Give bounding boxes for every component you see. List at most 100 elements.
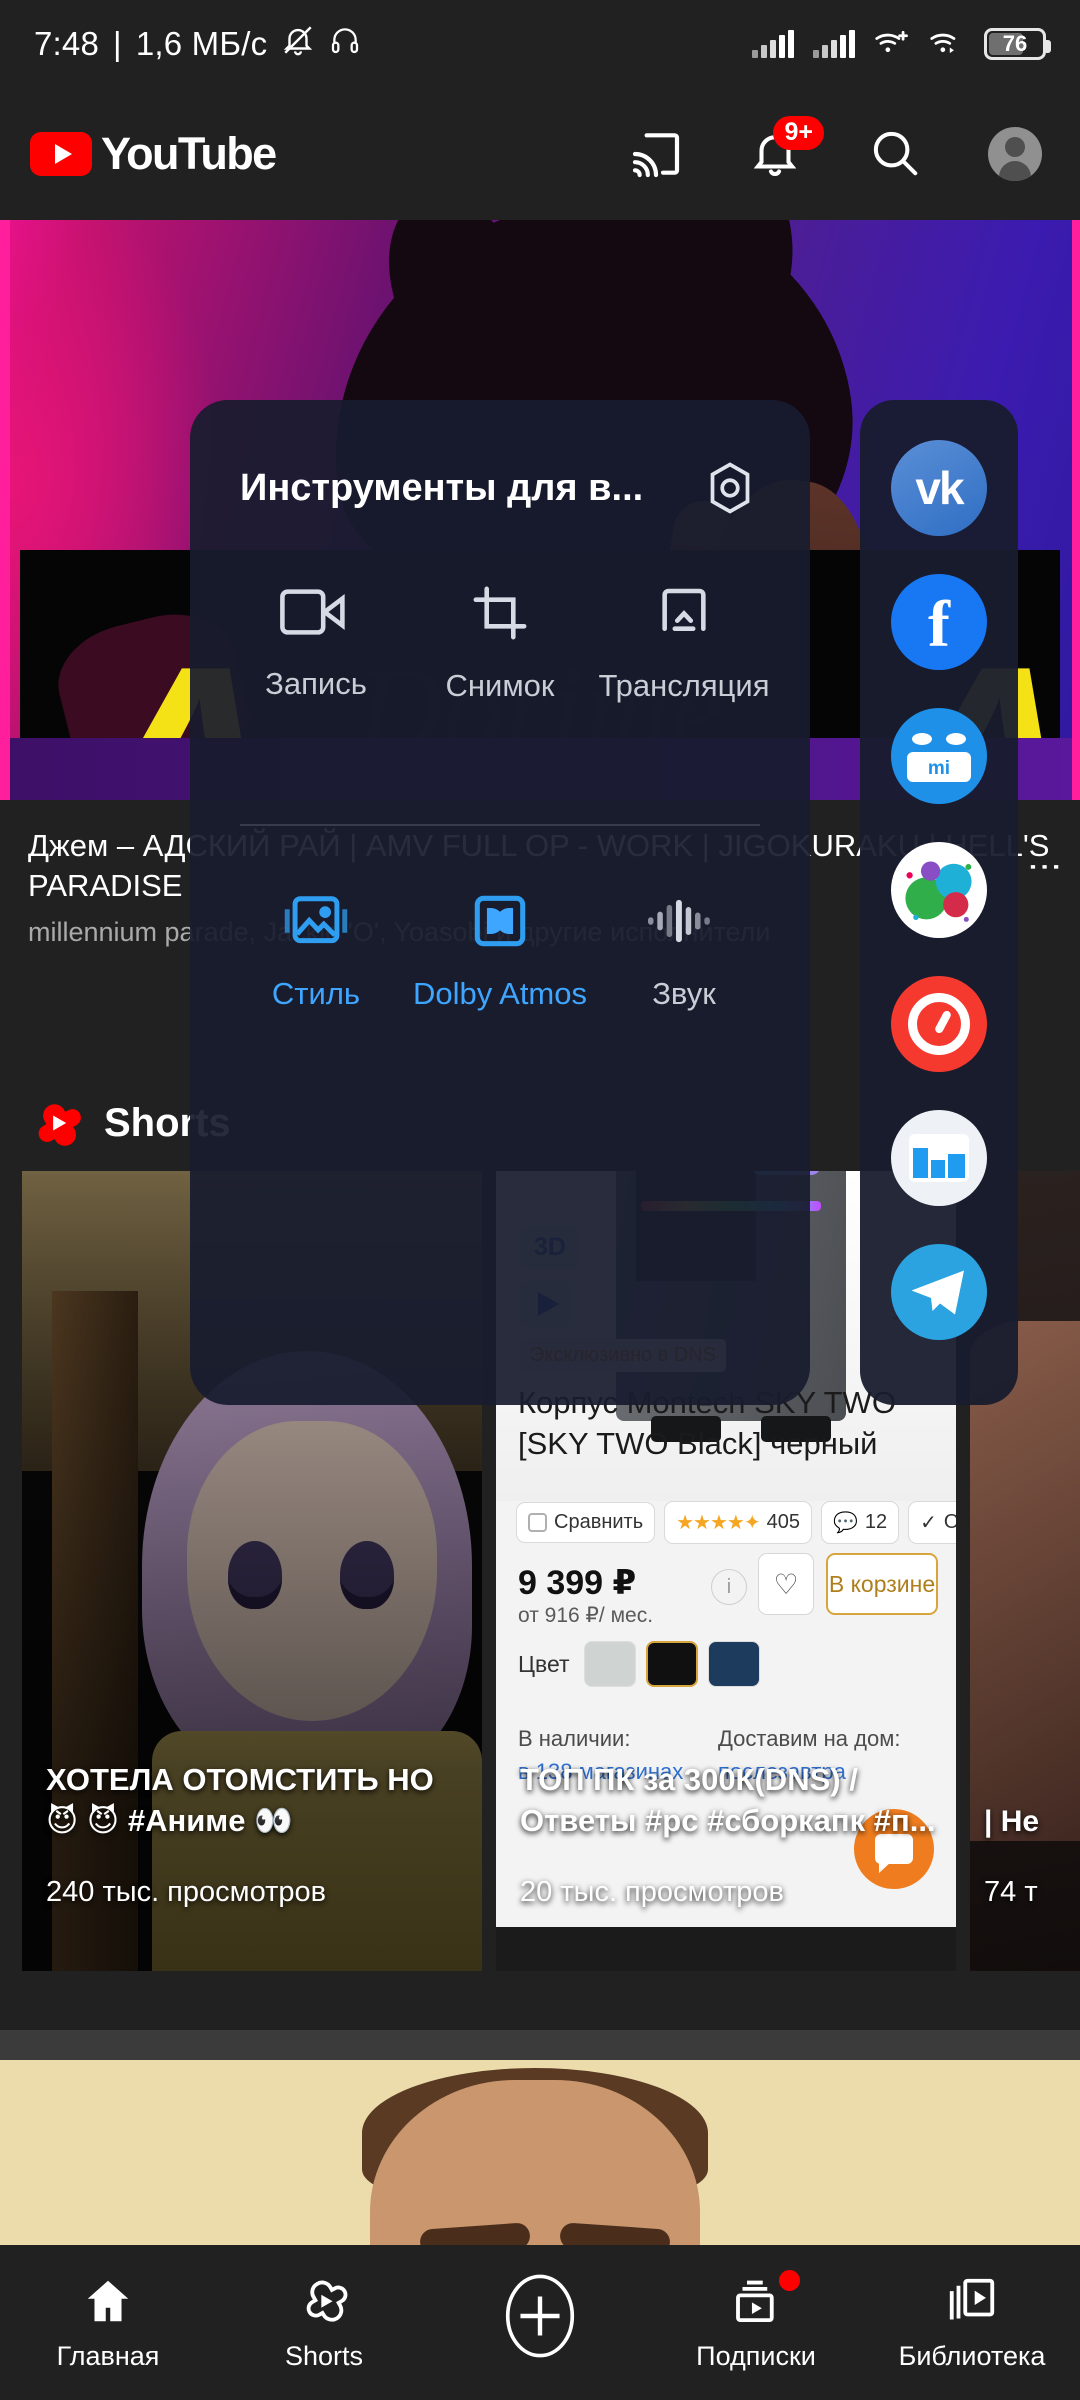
tool-style-label: Стиль: [271, 976, 361, 1011]
stars-icon: ★★★★✦: [676, 1512, 760, 1534]
shorts-card-text: ТОП ПК за 300К(DNS) / Ответы #рс #сборка…: [520, 1762, 936, 1838]
rating-chip[interactable]: ★★★★✦ 405: [664, 1501, 812, 1544]
tool-dolby-atmos[interactable]: Dolby Atmos: [408, 892, 592, 1012]
nav-label-library: Библиотека: [898, 2340, 1046, 2371]
shorts-logo-icon: [28, 1094, 86, 1152]
quality-chip[interactable]: ✓ Отлична: [908, 1501, 956, 1544]
search-icon[interactable]: [868, 126, 924, 182]
tool-record-label: Запись: [265, 666, 367, 701]
tool-dolby-label: Dolby Atmos: [412, 976, 587, 1011]
thumb-edge-left: [0, 220, 10, 800]
video-tools-panel[interactable]: Инструменты для в... Запись Снимок Транс…: [190, 400, 810, 1405]
image-style-icon: [284, 896, 348, 944]
cast-screen-icon: [662, 588, 706, 632]
nav-item-shorts[interactable]: Shorts: [216, 2274, 432, 2372]
color-swatch-white[interactable]: [584, 1641, 636, 1687]
color-swatch-black[interactable]: [646, 1641, 698, 1687]
status-bar-right: 76: [752, 27, 1051, 62]
status-bar: 7:48 | 1,6 МБ/с 76: [0, 0, 1080, 88]
shield-check-icon: ✓: [920, 1512, 937, 1534]
bell-muted-icon: [281, 23, 315, 65]
gear-hexagon-icon[interactable]: [700, 458, 760, 518]
nav-item-subscriptions[interactable]: Подписки: [648, 2269, 864, 2372]
color-label: Цвет: [518, 1651, 570, 1677]
tools-row-primary: Запись Снимок Трансляция: [190, 518, 810, 704]
home-icon: [87, 2280, 129, 2321]
product-installment: от 916 ₽/ мес.: [518, 1604, 654, 1627]
account-avatar[interactable]: [988, 127, 1042, 181]
library-icon: [949, 2278, 995, 2319]
product-chip-row: Сравнить ★★★★✦ 405 💬 12 ✓ Отлична: [516, 1501, 956, 1544]
favorite-icon[interactable]: ♡: [758, 1553, 814, 1615]
shorts-card-views: 74 т: [984, 1876, 1038, 1908]
sound-wave-icon: [648, 899, 710, 943]
compare-checkbox[interactable]: [528, 1513, 547, 1532]
tool-broadcast-label: Трансляция: [598, 668, 770, 703]
comments-count: 12: [864, 1511, 888, 1533]
tool-broadcast[interactable]: Трансляция: [592, 584, 776, 704]
tool-screenshot-label: Снимок: [445, 668, 555, 703]
wifi-plus-icon: [874, 27, 910, 62]
add-to-cart-button[interactable]: В корзине: [826, 1553, 938, 1615]
header-actions: 9+: [628, 116, 1050, 182]
color-swatch-blue[interactable]: [708, 1641, 760, 1687]
comments-chip[interactable]: 💬 12: [820, 1501, 900, 1544]
nav-item-create[interactable]: [432, 2272, 648, 2373]
shorts-card-text: | Не: [984, 1805, 1040, 1838]
vk-app-icon[interactable]: vk: [891, 440, 987, 536]
notifications-badge: 9+: [773, 116, 824, 150]
tool-screenshot[interactable]: Снимок: [408, 584, 592, 704]
shorts-card-views: 20 тыс. просмотров: [520, 1876, 784, 1908]
compare-chip[interactable]: Сравнить: [516, 1502, 656, 1543]
video-overflow-menu[interactable]: ⋮: [1026, 850, 1064, 886]
nav-item-library[interactable]: Библиотека: [864, 2274, 1080, 2372]
status-time: 7:48: [34, 25, 100, 62]
tool-style[interactable]: Стиль: [224, 892, 408, 1012]
signal-bars-icon: [752, 30, 794, 58]
status-separator: |: [113, 25, 122, 62]
shorts-card-text: ХОТЕЛА ОТОМСТИТЬ НО😈 😈 #Аниме 👀: [46, 1762, 434, 1838]
mi-app-icon[interactable]: mi: [891, 708, 987, 804]
dolby-atmos-icon: [474, 895, 526, 947]
shorts-card-views: 240 тыс. просмотров: [46, 1876, 327, 1908]
nav-label-subscriptions: Подписки: [696, 2340, 816, 2371]
shorts-icon: [306, 2280, 348, 2322]
bottom-navigation: Главная Shorts Подписки Библиотека: [0, 2245, 1080, 2400]
network-speed: 1,6 МБ/с: [135, 25, 268, 62]
nav-label-home: Главная: [56, 2340, 160, 2371]
shorts-bottom-bar: [496, 1927, 956, 1971]
facebook-app-icon[interactable]: f: [891, 574, 987, 670]
availability-label: В наличии:: [518, 1726, 631, 1751]
tool-sound[interactable]: Звук: [592, 892, 776, 1012]
battery-indicator: 76: [984, 28, 1051, 60]
video-camera-icon: [280, 589, 345, 635]
app-dock[interactable]: vk f mi: [860, 400, 1018, 1405]
info-icon[interactable]: i: [711, 1569, 747, 1605]
gallery-app-icon[interactable]: [891, 1110, 987, 1206]
tools-panel-title: Инструменты для в...: [240, 466, 644, 509]
youtube-logo[interactable]: YouTube: [30, 128, 277, 180]
phone-screen: 7:48 | 1,6 МБ/с 76 YouTube 9+ A Джем – J…: [0, 0, 1080, 2400]
telegram-app-icon[interactable]: [891, 1244, 987, 1340]
comment-icon: 💬: [832, 1512, 858, 1534]
red-clock-app-icon[interactable]: [891, 976, 987, 1072]
bubbles-app-icon[interactable]: [891, 842, 987, 938]
nav-item-home[interactable]: Главная: [0, 2274, 216, 2372]
signal-bars-icon-2: [813, 30, 855, 58]
tools-row-secondary: Стиль Dolby Atmos Звук: [190, 826, 810, 1012]
product-price: 9 399 ₽: [518, 1564, 637, 1602]
youtube-play-icon: [30, 132, 92, 176]
delivery-label: Доставим на дом:: [718, 1726, 901, 1751]
cast-icon[interactable]: [628, 126, 684, 182]
wifi-icon: [929, 27, 965, 62]
nav-label-shorts: Shorts: [284, 2340, 364, 2371]
shelf-divider: [0, 2030, 1080, 2060]
tools-panel-header: Инструменты для в...: [190, 400, 810, 518]
tool-record[interactable]: Запись: [224, 584, 408, 704]
app-header: YouTube 9+: [0, 88, 1080, 220]
notifications-bell-icon[interactable]: 9+: [748, 116, 824, 182]
thumb-edge-right: [1072, 220, 1080, 800]
compare-label: Сравнить: [554, 1511, 644, 1533]
subscriptions-icon: [736, 2280, 774, 2322]
create-plus-icon: [505, 2274, 575, 2358]
